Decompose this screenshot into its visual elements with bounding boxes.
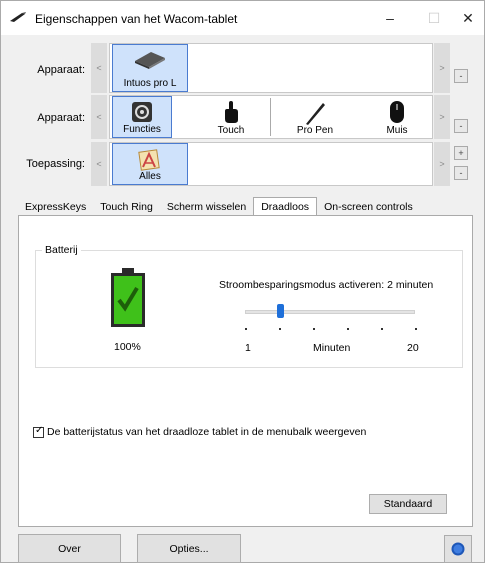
tab-expresskeys[interactable]: ExpressKeys <box>18 198 93 216</box>
wacom-pen-icon <box>9 11 27 26</box>
tool-scroll-left-button[interactable]: < <box>91 95 107 139</box>
tool-tile-touch[interactable]: Touch <box>196 96 266 138</box>
slider-tick <box>313 328 315 330</box>
settings-tabs: ExpressKeys Touch Ring Scherm wisselen D… <box>18 197 473 216</box>
tab-draadloos[interactable]: Draadloos <box>253 197 318 216</box>
tab-touch-ring[interactable]: Touch Ring <box>93 198 160 216</box>
chevron-left-icon: < <box>96 112 102 122</box>
battery-icon <box>110 268 146 331</box>
chevron-right-icon: > <box>439 159 445 169</box>
battery-group: Batterij 100% Stroombesparingsmodus acti… <box>35 244 463 368</box>
battery-percentage: 100% <box>114 341 141 353</box>
default-button[interactable]: Standaard <box>369 494 447 514</box>
about-button[interactable]: Over <box>18 534 121 563</box>
slider-tick <box>415 328 417 330</box>
slider-tick <box>279 328 281 330</box>
device-scroll-right-button[interactable]: > <box>434 43 450 93</box>
device-strip: Intuos pro L <box>109 43 433 93</box>
pen-icon <box>303 100 327 129</box>
application-tile-alles[interactable]: Alles <box>112 143 188 185</box>
sleep-slider-thumb[interactable] <box>277 304 284 318</box>
window-title: Eigenschappen van het Wacom-tablet <box>35 12 238 26</box>
help-button[interactable] <box>444 535 472 563</box>
device-label: Apparaat: <box>37 64 85 76</box>
chevron-left-icon: < <box>96 63 102 73</box>
device-tile-intuos-pro-l[interactable]: Intuos pro L <box>112 44 188 92</box>
wireless-tab-panel: Batterij 100% Stroombesparingsmodus acti… <box>18 215 473 527</box>
tool-separator <box>270 98 271 136</box>
battery-status-checkbox-label: De batterijstatus van het draadloze tabl… <box>47 426 367 438</box>
minimize-button[interactable]: – <box>368 1 412 35</box>
functions-icon <box>131 101 153 126</box>
device-tile-label: Intuos pro L <box>123 78 177 89</box>
mouse-icon <box>389 100 405 127</box>
chevron-right-icon: > <box>439 63 445 73</box>
slider-min-label: 1 <box>245 342 251 354</box>
tool-tile-pro-pen[interactable]: Pro Pen <box>272 96 358 138</box>
tool-label: Apparaat: <box>37 112 85 124</box>
battery-group-legend: Batterij <box>42 244 81 256</box>
chevron-right-icon: > <box>439 112 445 122</box>
slider-unit-label: Minuten <box>313 342 351 354</box>
title-bar: Eigenschappen van het Wacom-tablet – ☐ ✕ <box>1 1 484 35</box>
plus-icon: + <box>458 148 464 158</box>
slider-tick <box>347 328 349 330</box>
application-scroll-right-button[interactable]: > <box>434 142 450 186</box>
touch-hand-icon <box>222 100 240 127</box>
sleep-slider-track[interactable] <box>245 310 415 314</box>
minus-icon: - <box>459 71 463 81</box>
slider-max-label: 20 <box>407 342 419 354</box>
tab-on-screen-controls[interactable]: On-screen controls <box>317 198 420 216</box>
minus-icon: - <box>459 168 463 178</box>
application-scroll-left-button[interactable]: < <box>91 142 107 186</box>
tablet-icon <box>133 49 167 72</box>
slider-tick <box>245 328 247 330</box>
all-applications-icon <box>137 148 163 175</box>
wacom-properties-window: Eigenschappen van het Wacom-tablet – ☐ ✕… <box>0 0 485 563</box>
remove-application-button[interactable]: - <box>454 166 468 180</box>
application-strip: Alles <box>109 142 433 186</box>
chevron-left-icon: < <box>96 159 102 169</box>
device-scroll-left-button[interactable]: < <box>91 43 107 93</box>
close-button[interactable]: ✕ <box>446 1 485 35</box>
remove-tool-button[interactable]: - <box>454 119 468 133</box>
tool-strip: Functies Touch Pro Pen Muis <box>109 95 433 139</box>
sleep-mode-label: Stroombesparingsmodus activeren: 2 minut… <box>219 279 434 291</box>
tool-tile-muis[interactable]: Muis <box>362 96 432 138</box>
application-label: Toepassing: <box>26 158 85 170</box>
battery-status-option[interactable]: ✓ De batterijstatus van het draadloze ta… <box>33 424 367 438</box>
options-button[interactable]: Opties... <box>137 534 241 563</box>
help-icon <box>451 542 465 556</box>
remove-device-button[interactable]: - <box>454 69 468 83</box>
tool-tile-functies[interactable]: Functies <box>112 96 172 138</box>
tab-scherm-wisselen[interactable]: Scherm wisselen <box>160 198 253 216</box>
slider-tick <box>381 328 383 330</box>
battery-status-checkbox[interactable]: ✓ <box>33 424 44 438</box>
minus-icon: - <box>459 121 463 131</box>
checkmark-icon: ✓ <box>35 424 44 436</box>
add-application-button[interactable]: + <box>454 146 468 160</box>
tool-scroll-right-button[interactable]: > <box>434 95 450 139</box>
